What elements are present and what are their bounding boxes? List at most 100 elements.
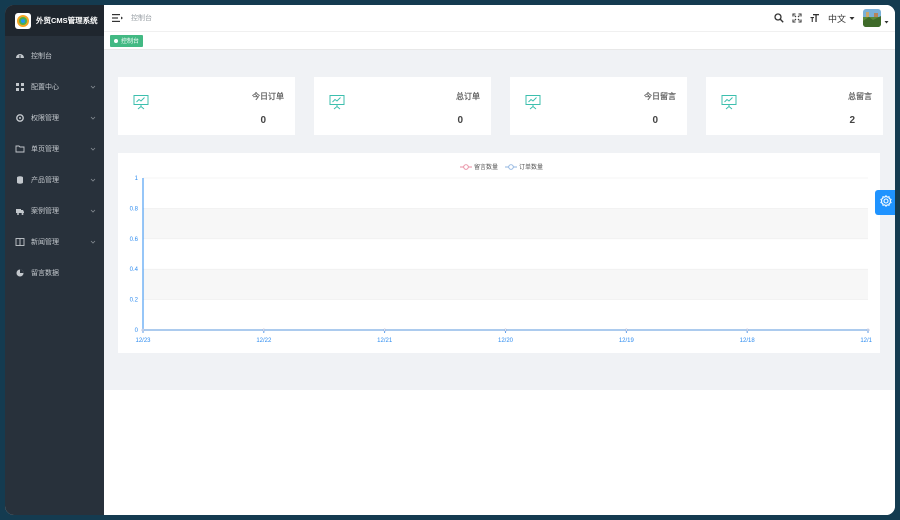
stat-label: 总订单 [456,92,480,101]
presentation-chart-icon [133,94,149,110]
sidebar-item-label: 配置中心 [31,83,59,91]
line-chart: 0 0.2 0.4 0.6 0.8 1 12/23 12/22 12/21 12/20 12/19 1… [130,163,873,344]
presentation-chart-icon [329,94,345,110]
pie-icon [15,268,25,278]
caret-down-icon [849,16,855,20]
x-tick-label: 12/22 [256,338,272,344]
logo-icon [15,12,31,29]
dashboard-content: 今日订单 0 总订单 0 今日留言 0 总留言 2 0 0.2 0.4 0.6 … [104,50,895,390]
stat-value: 0 [652,115,658,126]
stat-card-today-messages: 今日留言 0 [510,77,687,135]
dashboard-icon [15,51,25,61]
legend-marker [463,164,469,170]
legend-label: 订单数量 [519,163,543,171]
avatar[interactable] [863,9,881,27]
series-point [745,328,749,332]
sidebar-item-products[interactable]: 产品管理 [5,164,104,195]
top-bar: 控制台 中文 [104,5,895,32]
tab-dashboard[interactable]: 控制台 [110,34,144,47]
database-icon [15,175,25,185]
book-icon [15,237,25,247]
sidebar-item-label: 产品管理 [31,176,59,184]
truck-icon [15,206,25,216]
sidebar-item-dashboard[interactable]: 控制台 [5,40,104,71]
tab-bar: 控制台 [104,32,895,50]
stat-value: 2 [849,115,855,126]
caret-down-icon[interactable] [884,20,889,25]
x-tick-label: 12/23 [135,338,151,344]
presentation-chart-icon [721,94,737,110]
chevron-down-icon [90,146,96,152]
brand[interactable]: 外贸CMS管理系统 [5,5,104,36]
sidebar-item-cases[interactable]: 案例管理 [5,195,104,226]
fullscreen-icon[interactable] [792,13,802,23]
x-tick-label: 12/19 [619,338,635,344]
presentation-chart-icon [525,94,541,110]
sidebar-item-label: 权限管理 [31,114,59,122]
chevron-down-icon [90,84,96,90]
x-tick-label: 12/21 [377,338,393,344]
sidebar-menu: 控制台 配置中心 权限管理 单页管理 产品管理 案例管理 新闻管理 留言数据 [5,36,104,288]
breadcrumb[interactable]: 控制台 [131,13,152,23]
stat-card-today-orders: 今日订单 0 [118,77,295,135]
gear-icon [15,113,25,123]
font-size-icon[interactable] [810,13,820,23]
sidebar-item-news[interactable]: 新闻管理 [5,226,104,257]
stat-value: 0 [457,115,463,126]
stat-label: 今日订单 [252,92,284,101]
y-tick-label: 0.8 [130,206,139,212]
chevron-down-icon [90,208,96,214]
stat-label: 今日留言 [644,92,676,101]
series-point [141,328,145,332]
sidebar-item-label: 新闻管理 [31,238,59,246]
tab-label: 控制台 [121,39,140,45]
sidebar-item-config[interactable]: 配置中心 [5,71,104,102]
x-tick-label: 12/20 [498,338,514,344]
series-point [262,328,266,332]
legend-label: 留言数量 [474,163,498,171]
main-area: 控制台 中文 控制台 今日订单 0 总订单 0 今日留言 0 总留言 2 0 0… [104,5,895,515]
stat-card-total-messages: 总留言 2 [706,77,883,135]
grid-band [143,269,868,300]
grid-band [143,208,868,239]
series-point [383,328,386,332]
sidebar-item-pages[interactable]: 单页管理 [5,133,104,164]
series-point [866,328,870,332]
language-switcher[interactable]: 中文 [828,12,855,25]
legend-marker [508,164,514,170]
stat-card-total-orders: 总订单 0 [314,77,491,135]
sidebar-item-label: 单页管理 [31,145,59,153]
search-icon[interactable] [774,13,784,23]
sidebar-item-label: 控制台 [31,52,52,60]
x-tick-label: 12/1 [860,338,872,344]
stat-cards: 今日订单 0 总订单 0 今日留言 0 总留言 2 [118,77,883,135]
series-point [625,328,628,332]
chevron-down-icon [90,177,96,183]
y-tick-label: 1 [135,176,139,182]
topbar-actions: 中文 [774,9,889,27]
menu-toggle-icon[interactable] [112,13,123,23]
chevron-down-icon [90,239,96,245]
chevron-down-icon [90,115,96,121]
stat-label: 总留言 [848,92,872,101]
sidebar-item-label: 留言数据 [31,269,59,277]
app-window: 外贸CMS管理系统 控制台 配置中心 权限管理 单页管理 产品管理 案例管理 新… [5,5,895,515]
y-tick-label: 0.6 [130,237,139,243]
y-tick-label: 0 [135,328,139,334]
y-tick-label: 0.2 [130,298,139,304]
sidebar-item-label: 案例管理 [31,207,59,215]
grid-icon [15,82,25,92]
sidebar-item-permissions[interactable]: 权限管理 [5,102,104,133]
sidebar-item-messages[interactable]: 留言数据 [5,257,104,288]
stat-value: 0 [260,115,266,126]
language-label: 中文 [827,13,846,24]
chart-panel: 0 0.2 0.4 0.6 0.8 1 12/23 12/22 12/21 12/20 12/19 1… [118,153,880,353]
series-point [504,328,507,332]
gear-icon [880,194,892,210]
active-dot-icon [114,38,118,43]
settings-button[interactable] [875,190,895,215]
y-tick-label: 0.4 [130,267,139,273]
app-title: 外贸CMS管理系统 [36,16,98,25]
folder-icon [15,144,25,154]
x-tick-label: 12/18 [740,338,756,344]
